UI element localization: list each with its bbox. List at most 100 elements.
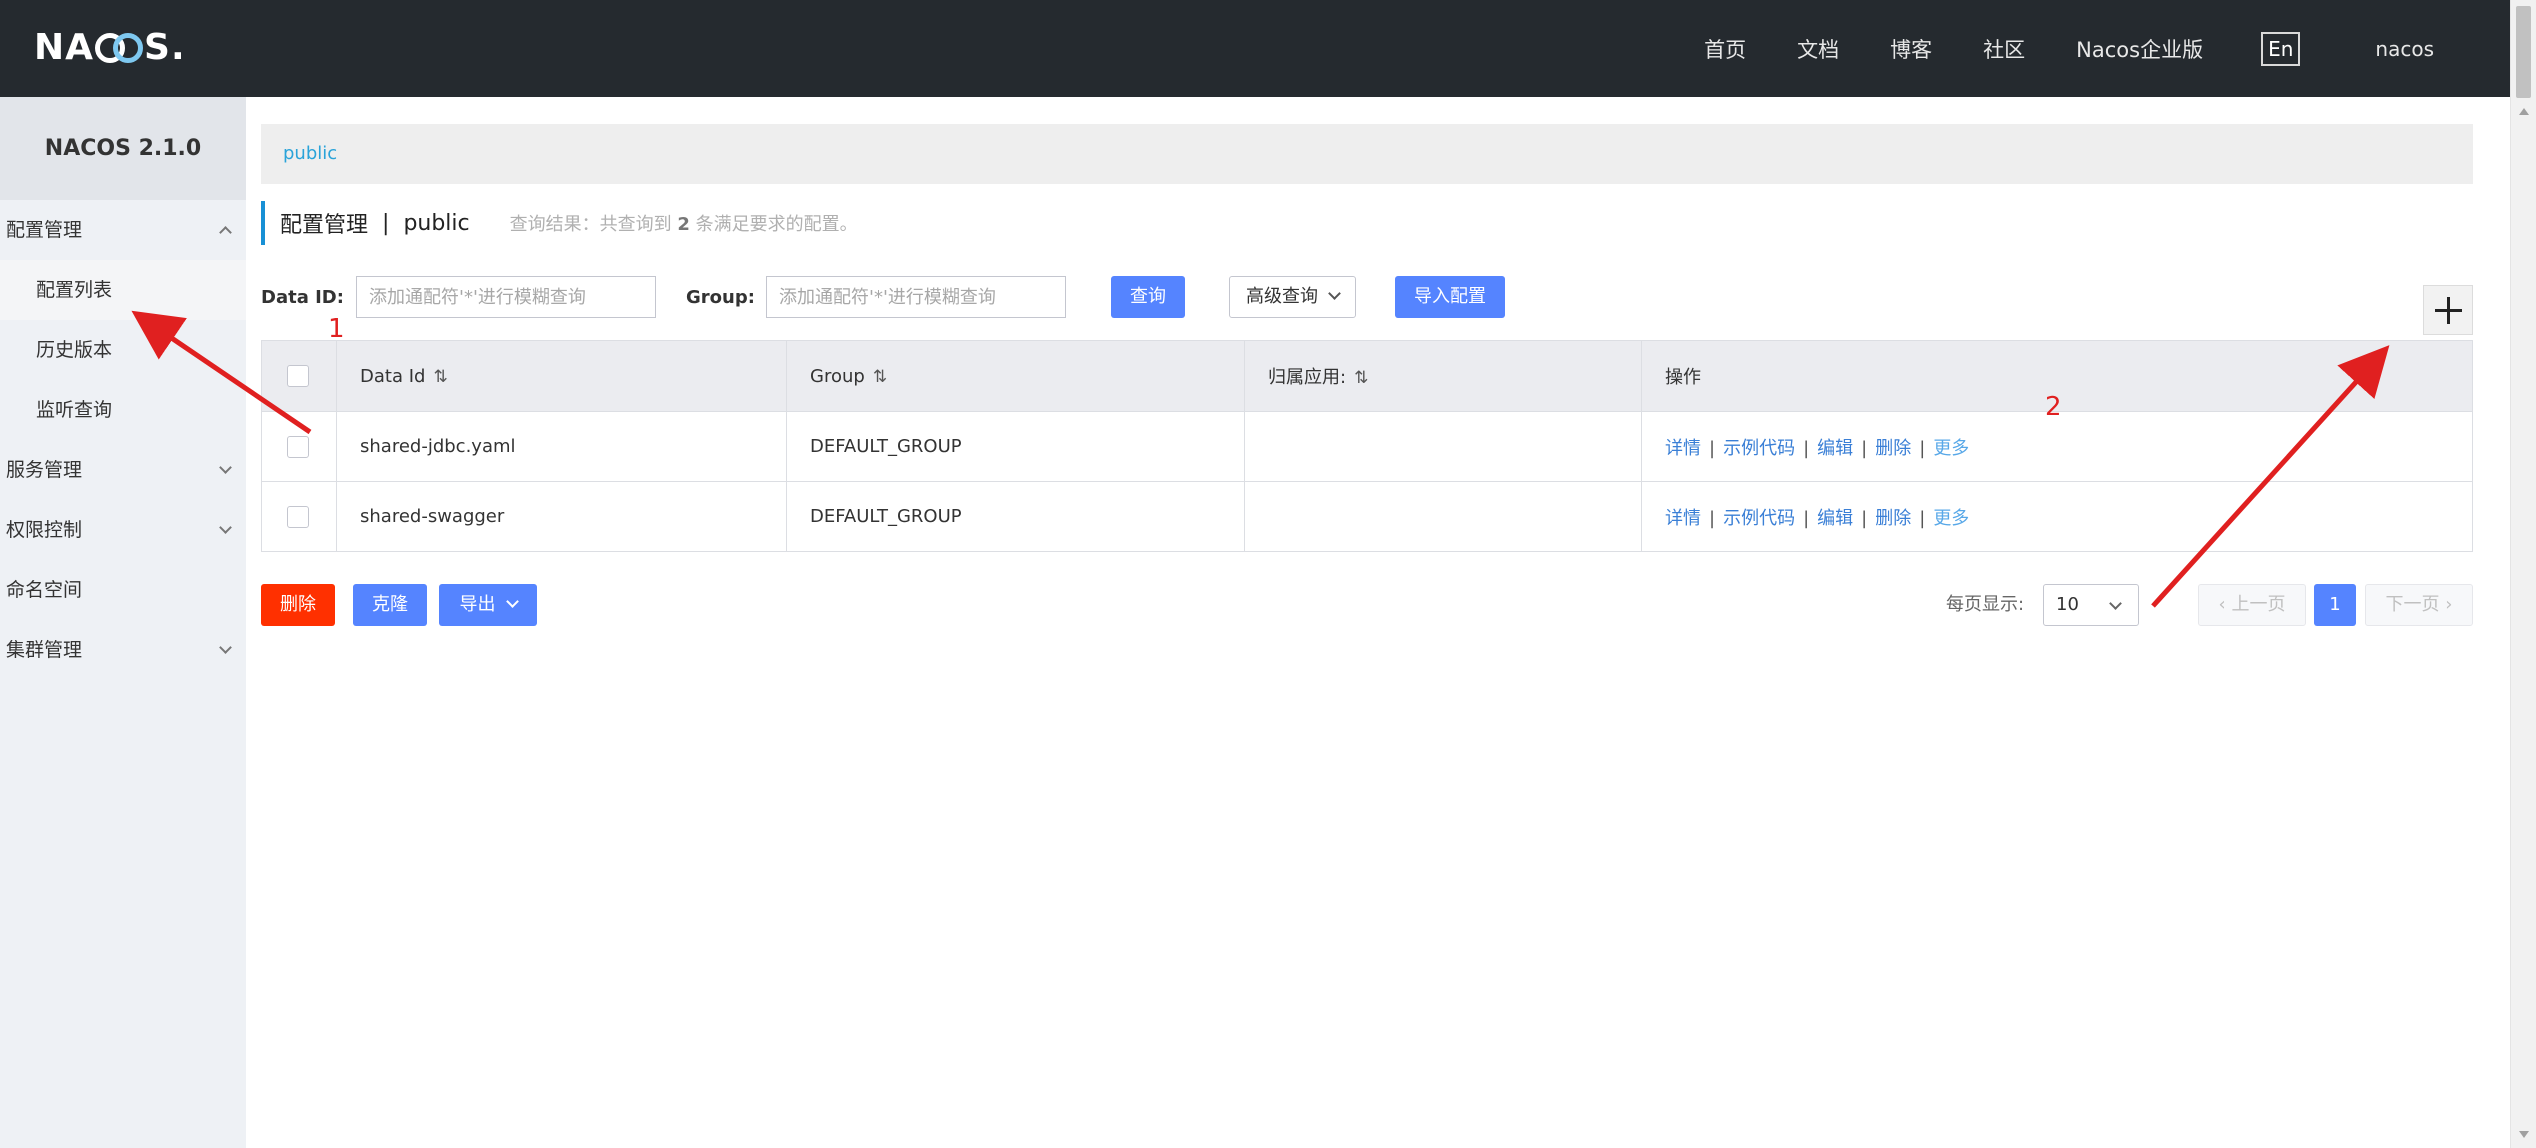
page-size-label: 每页显示: — [1946, 594, 2025, 615]
sidebar-item-config-list[interactable]: 配置列表 — [0, 260, 246, 320]
cell-operations: 详情 | 示例代码 | 编辑 | 删除 | 更多 — [1641, 481, 2473, 552]
sidebar-group-permission[interactable]: 权限控制 — [0, 500, 246, 560]
sidebar-item-namespace[interactable]: 命名空间 — [0, 560, 246, 620]
config-table: Data Id ⇅ Group ⇅ 归属应用: ⇅ 操作 shared-jdbc.ya… — [261, 340, 2473, 552]
logo-s: S — [144, 27, 171, 68]
chevron-down-icon — [219, 521, 232, 534]
table-row: shared-jdbc.yaml DEFAULT_GROUP 详情 | 示例代码 | 编… — [261, 411, 2473, 482]
namespace-link-public[interactable]: public — [283, 143, 337, 164]
sidebar-item-history[interactable]: 历史版本 — [0, 320, 246, 380]
chevron-left-icon: ‹ — [2218, 594, 2232, 615]
top-header: NA S. 首页 文档 博客 社区 Nacos企业版 En nacos — [0, 0, 2510, 97]
op-delete-link[interactable]: 删除 — [1875, 438, 1911, 459]
annotation-number-1: 1 — [328, 314, 345, 344]
clone-button[interactable]: 克隆 — [353, 584, 427, 626]
sort-icon[interactable]: ⇅ — [873, 367, 887, 387]
query-result-count: 2 — [677, 214, 690, 235]
row-select-cell — [261, 481, 337, 552]
nacos-logo[interactable]: NA S. — [34, 22, 186, 74]
op-more-link[interactable]: 更多 — [1933, 438, 1969, 459]
sidebar-group-label: 配置管理 — [6, 219, 83, 241]
op-delete-link[interactable]: 删除 — [1875, 508, 1911, 529]
nav-enterprise[interactable]: Nacos企业版 — [2076, 34, 2203, 64]
op-sample-code-link[interactable]: 示例代码 — [1723, 438, 1795, 459]
group-input[interactable] — [766, 276, 1066, 318]
sort-icon[interactable]: ⇅ — [433, 367, 447, 387]
batch-delete-button[interactable]: 删除 — [261, 584, 335, 626]
table-header-row: Data Id ⇅ Group ⇅ 归属应用: ⇅ 操作 — [261, 340, 2473, 412]
import-config-button[interactable]: 导入配置 — [1395, 276, 1505, 318]
nav-home[interactable]: 首页 — [1704, 34, 1746, 64]
sidebar-group-label: 权限控制 — [6, 519, 83, 541]
page-size-value: 10 — [2056, 594, 2079, 615]
main-content: public 配置管理 | public 查询结果：共查询到 2 条满足要求的配… — [246, 97, 2510, 1148]
data-id-input[interactable] — [356, 276, 656, 318]
cell-app — [1244, 411, 1642, 482]
title-separator: | — [382, 210, 390, 236]
language-switch-button[interactable]: En — [2261, 31, 2301, 66]
op-detail-link[interactable]: 详情 — [1665, 438, 1701, 459]
select-all-checkbox[interactable] — [287, 365, 309, 387]
chevron-down-icon — [219, 641, 232, 654]
page-title-bar: 配置管理 | public 查询结果：共查询到 2 条满足要求的配置。 — [261, 201, 858, 245]
sidebar-group-cluster[interactable]: 集群管理 — [0, 620, 246, 680]
op-sample-code-link[interactable]: 示例代码 — [1723, 508, 1795, 529]
chevron-right-icon: › — [2439, 594, 2453, 615]
page-title: 配置管理 — [280, 213, 369, 238]
scroll-down-icon[interactable] — [2519, 1131, 2529, 1138]
annotation-number-2: 2 — [2045, 392, 2062, 422]
sort-icon[interactable]: ⇅ — [1354, 368, 1368, 388]
add-config-button[interactable] — [2423, 285, 2473, 335]
group-label: Group: — [686, 287, 755, 308]
chevron-down-icon — [2109, 597, 2122, 610]
nav-blog[interactable]: 博客 — [1890, 34, 1932, 64]
sidebar-group-config[interactable]: 配置管理 — [0, 200, 246, 260]
row-checkbox[interactable] — [287, 505, 309, 528]
table-row: shared-swagger DEFAULT_GROUP 详情 | 示例代码 | 编辑 |… — [261, 481, 2473, 552]
sidebar-group-service[interactable]: 服务管理 — [0, 440, 246, 500]
sidebar-group-label: 命名空间 — [6, 579, 83, 601]
query-button[interactable]: 查询 — [1111, 276, 1185, 318]
op-edit-link[interactable]: 编辑 — [1817, 438, 1853, 459]
logo-dot: . — [170, 27, 186, 68]
top-nav: 首页 文档 博客 社区 Nacos企业版 En nacos — [1653, 0, 2434, 97]
user-name[interactable]: nacos — [2375, 37, 2434, 61]
cell-group: DEFAULT_GROUP — [786, 481, 1245, 552]
next-page-button[interactable]: 下一页 › — [2365, 584, 2473, 626]
column-app[interactable]: 归属应用: ⇅ — [1244, 340, 1642, 412]
sidebar-group-label: 服务管理 — [6, 459, 83, 481]
scrollbar-thumb[interactable] — [2516, 6, 2531, 98]
column-group[interactable]: Group ⇅ — [786, 340, 1245, 412]
op-edit-link[interactable]: 编辑 — [1817, 508, 1853, 529]
logo-rings-icon — [95, 33, 143, 63]
advanced-query-label: 高级查询 — [1246, 286, 1318, 307]
prev-page-button[interactable]: ‹ 上一页 — [2198, 584, 2306, 626]
chevron-down-icon — [505, 595, 519, 608]
nav-docs[interactable]: 文档 — [1797, 34, 1839, 64]
nav-community[interactable]: 社区 — [1983, 34, 2025, 64]
sidebar: NACOS 2.1.0 配置管理 配置列表 历史版本 监听查询 服务管理 权限控… — [0, 97, 246, 1148]
sidebar-group-label: 集群管理 — [6, 639, 83, 661]
page-namespace: public — [403, 210, 470, 236]
advanced-query-button[interactable]: 高级查询 — [1229, 276, 1356, 318]
row-checkbox[interactable] — [287, 435, 309, 458]
row-select-cell — [261, 411, 337, 482]
sidebar-item-listener[interactable]: 监听查询 — [0, 380, 246, 440]
cell-operations: 详情 | 示例代码 | 编辑 | 删除 | 更多 — [1641, 411, 2473, 482]
column-data-id[interactable]: Data Id ⇅ — [336, 340, 787, 412]
cell-group: DEFAULT_GROUP — [786, 411, 1245, 482]
page-size-select[interactable]: 10 — [2043, 584, 2139, 626]
op-more-link[interactable]: 更多 — [1933, 508, 1969, 529]
chevron-down-icon — [1328, 287, 1341, 300]
cell-app — [1244, 481, 1642, 552]
export-label: 导出 — [459, 594, 496, 615]
scroll-up-icon[interactable] — [2519, 108, 2529, 115]
export-button[interactable]: 导出 — [439, 584, 537, 626]
logo-na: NA — [34, 27, 94, 68]
window-scrollbar[interactable] — [2510, 0, 2536, 1148]
query-result-text: 查询结果：共查询到 2 条满足要求的配置。 — [509, 214, 858, 235]
select-all-cell — [261, 340, 337, 412]
current-page-button[interactable]: 1 — [2314, 584, 2356, 626]
op-detail-link[interactable]: 详情 — [1665, 508, 1701, 529]
chevron-down-icon — [219, 461, 232, 474]
